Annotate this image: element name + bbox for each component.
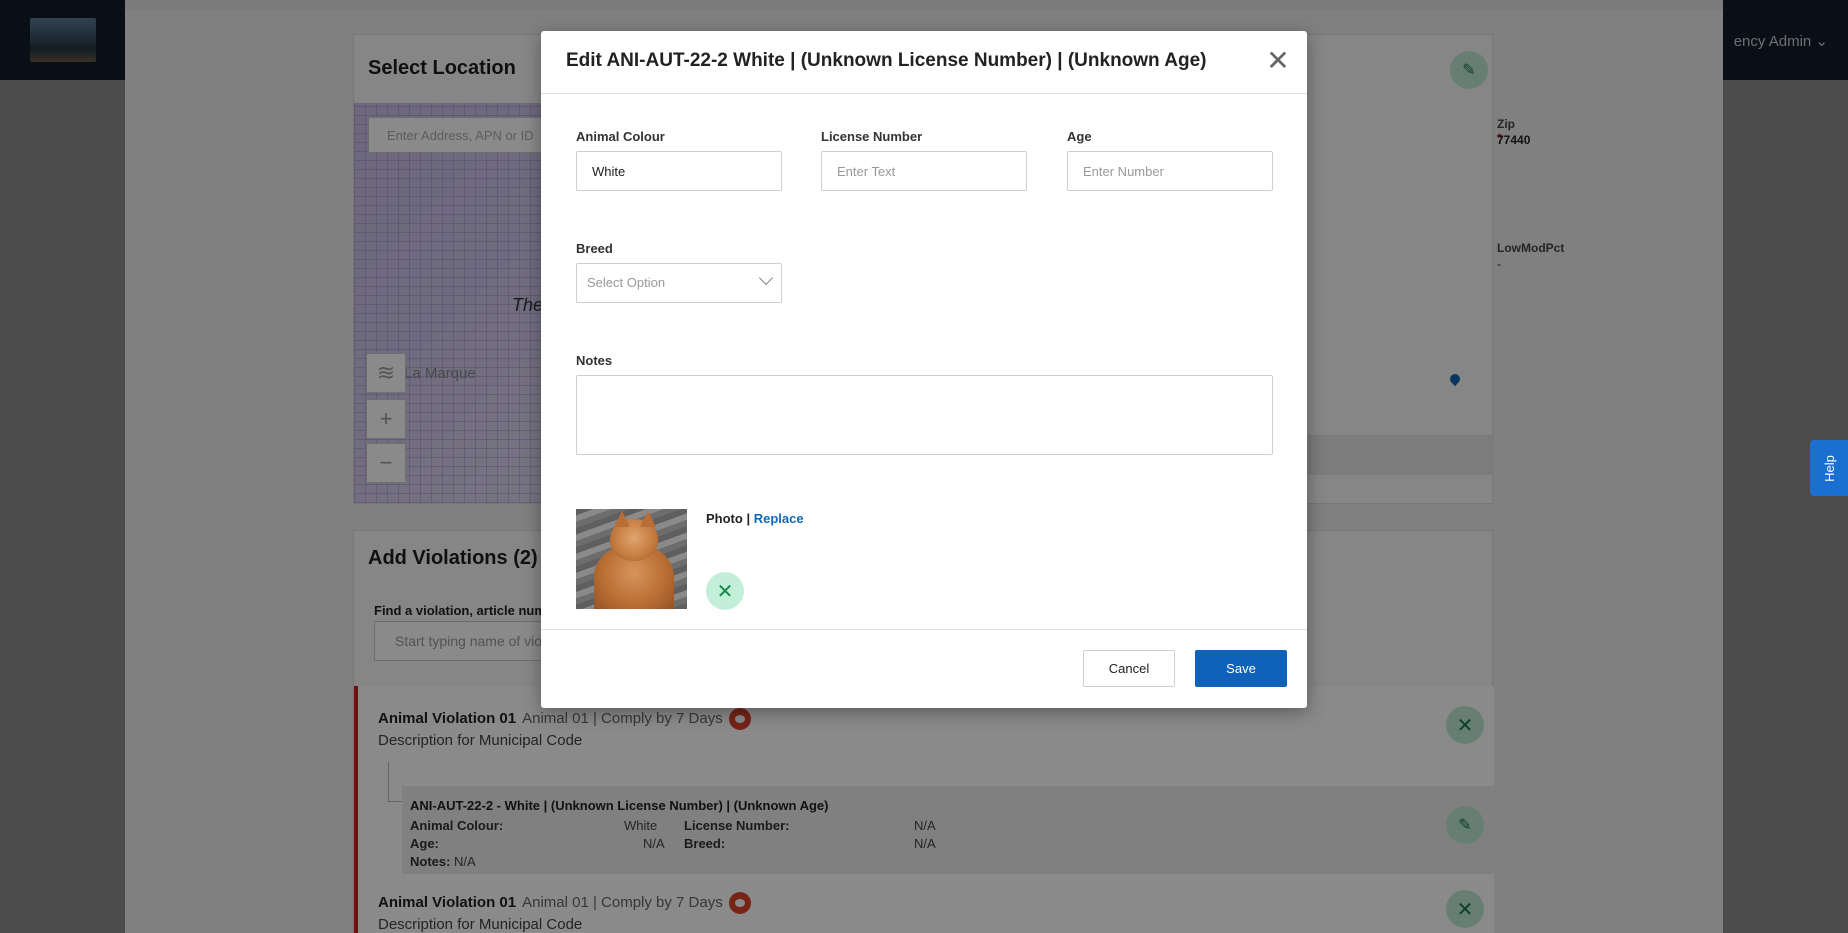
photo-label: Photo (706, 511, 743, 526)
animal-colour-label: Animal Colour (576, 129, 665, 144)
remove-photo-button[interactable]: ✕ (706, 572, 744, 610)
edit-animal-modal: Edit ANI-AUT-22-2 White | (Unknown Licen… (541, 31, 1307, 708)
modal-footer: Cancel Save (541, 629, 1307, 708)
modal-header: Edit ANI-AUT-22-2 White | (Unknown Licen… (541, 31, 1307, 94)
photo-caption: Photo | Replace (706, 511, 804, 526)
animal-photo-thumbnail (576, 509, 687, 609)
replace-photo-link[interactable]: Replace (754, 511, 804, 526)
save-button[interactable]: Save (1195, 650, 1287, 687)
cat-ear (640, 511, 656, 527)
help-tab[interactable]: Help (1810, 440, 1848, 496)
notes-label: Notes (576, 353, 613, 368)
breed-select-placeholder: Select Option (587, 275, 666, 290)
close-icon: ✕ (1266, 44, 1290, 76)
help-tab-label: Help (1821, 454, 1837, 482)
animal-colour-input[interactable] (576, 151, 782, 191)
notes-textarea[interactable] (576, 375, 1273, 455)
breed-label: Breed (576, 241, 613, 256)
chevron-down-icon (758, 270, 774, 286)
license-number-label: License Number (821, 129, 923, 144)
age-input[interactable] (1067, 151, 1273, 191)
modal-close-button[interactable]: ✕ (1261, 43, 1295, 77)
cancel-button[interactable]: Cancel (1083, 650, 1175, 687)
photo-separator: | (746, 511, 751, 526)
breed-select[interactable]: Select Option (576, 263, 782, 303)
cat-ear (614, 511, 630, 527)
modal-title: Edit ANI-AUT-22-2 White | (Unknown Licen… (566, 50, 1207, 71)
age-label: Age (1067, 129, 1092, 144)
license-number-input[interactable] (821, 151, 1027, 191)
close-icon: ✕ (716, 580, 734, 603)
